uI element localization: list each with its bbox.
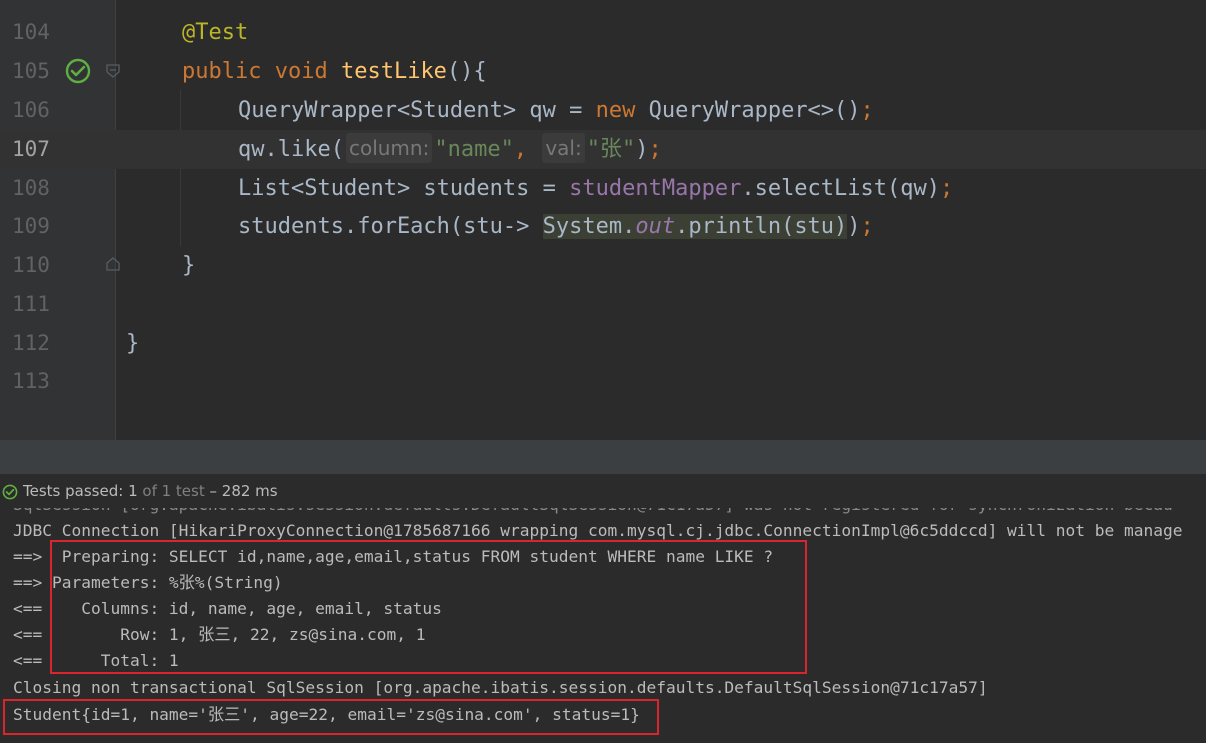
param-hint-column: column:: [345, 133, 433, 163]
line-number: 108: [12, 176, 50, 200]
tests-passed-text: Tests passed: 1 of 1 test – 282 ms: [23, 482, 278, 500]
code-line-113: 113: [0, 362, 1206, 401]
line-number: 110: [12, 253, 50, 277]
method-signature: public void testLike(){: [182, 59, 487, 84]
code-line-109: 109 students.forEach(stu-> System.out.pr…: [0, 207, 1206, 246]
tests-passed-icon: [2, 484, 18, 500]
method-name: testLike: [340, 59, 447, 84]
code-line-112: 112 }: [0, 324, 1206, 363]
line-number: 111: [12, 292, 50, 316]
fold-end-icon[interactable]: [106, 257, 120, 271]
line-number: 109: [12, 214, 50, 238]
tool-window-header[interactable]: [0, 440, 1206, 475]
run-console[interactable]: SqlSession [org.apache.ibatis.session.de…: [0, 508, 1206, 743]
console-line: SqlSession [org.apache.ibatis.session.de…: [13, 508, 1173, 518]
closing-brace: }: [182, 253, 196, 278]
result-highlight-box: [3, 699, 659, 735]
line-number: 104: [12, 20, 50, 44]
line-number: 107: [12, 137, 50, 161]
statement-like: qw.like(column: "name", val: "张");: [238, 130, 662, 169]
code-editor[interactable]: 104 @Test 105 public void testLike(){ 10…: [0, 0, 1206, 440]
run-test-passed-icon[interactable]: [65, 58, 91, 84]
test-annotation: @Test: [182, 20, 249, 45]
line-number: 106: [12, 98, 50, 122]
code-line-111: 111: [0, 285, 1206, 324]
statement-foreach: students.forEach(stu-> System.out.printl…: [238, 214, 874, 239]
line-number: 112: [12, 331, 50, 355]
test-status-bar: Tests passed: 1 of 1 test – 282 ms: [0, 474, 1206, 508]
param-hint-val: val:: [542, 133, 585, 163]
fold-collapse-icon[interactable]: [106, 64, 120, 78]
statement-querywrapper: QueryWrapper<Student> qw = new QueryWrap…: [238, 98, 874, 123]
console-line: Closing non transactional SqlSession [or…: [13, 678, 988, 697]
code-line-108: 108 List<Student> students = studentMapp…: [0, 169, 1206, 208]
code-line-106: 106 QueryWrapper<Student> qw = new Query…: [0, 91, 1206, 130]
code-line-110: 110 }: [0, 246, 1206, 285]
code-line-107: 107 qw.like(column: "name", val: "张");: [0, 130, 1206, 169]
class-closing-brace: }: [126, 331, 140, 356]
code-line-104: 104 @Test: [0, 13, 1206, 52]
statement-selectlist: List<Student> students = studentMapper.s…: [238, 176, 954, 201]
line-number: 105: [12, 59, 50, 83]
code-line-105: 105 public void testLike(){: [0, 52, 1206, 91]
sql-log-highlight-box: [50, 540, 807, 674]
line-number: 113: [12, 369, 50, 393]
